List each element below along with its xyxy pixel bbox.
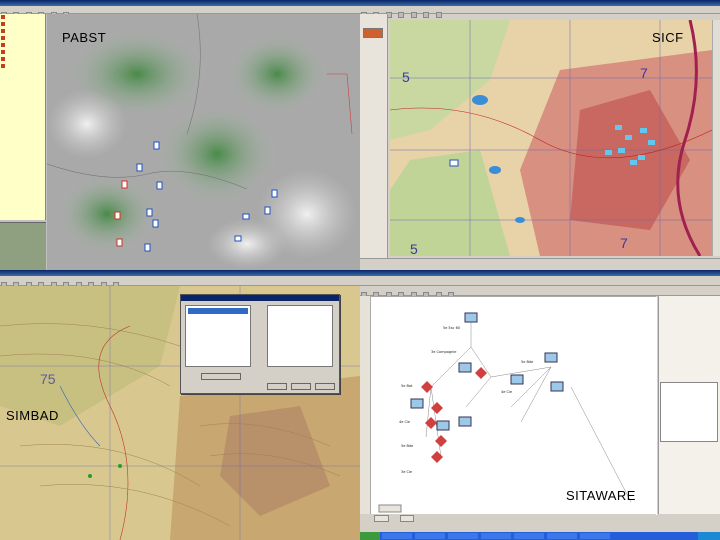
sicf-toolbar [360, 6, 720, 18]
sitaware-tree[interactable] [660, 382, 718, 442]
dialog-button[interactable] [267, 383, 287, 390]
pabst-toolbar [0, 6, 360, 18]
dialog-right-list[interactable] [267, 305, 333, 367]
simbad-assignment-dialog [180, 294, 340, 394]
dialog-titlebar [181, 295, 339, 301]
dialog-left-list[interactable] [185, 305, 251, 367]
tree-item[interactable] [0, 21, 45, 28]
sicf-tool-button[interactable] [410, 12, 417, 18]
sicf-sidebar [360, 14, 388, 270]
svg-text:75: 75 [40, 371, 56, 387]
sitaware-menubar [360, 276, 720, 286]
sitaware-org-canvas[interactable]: 5e Esc 60 3e Compagnie 5e Bde 4e Cie 5e … [370, 296, 657, 515]
taskbar-item[interactable] [546, 533, 577, 539]
tree-item[interactable] [0, 63, 45, 70]
tree-item[interactable] [0, 56, 45, 63]
svg-text:3e Cie: 3e Cie [401, 470, 412, 474]
tree-item[interactable] [0, 42, 45, 49]
windows-taskbar [360, 532, 720, 540]
sitaware-tab[interactable] [374, 515, 389, 522]
svg-text:5e Bat: 5e Bat [401, 384, 413, 388]
sitaware-tabs [370, 514, 656, 522]
svg-text:5e Bde: 5e Bde [521, 360, 533, 364]
pabst-overview-map[interactable] [0, 222, 46, 270]
svg-text:3e Compagnie: 3e Compagnie [431, 350, 456, 354]
taskbar-item[interactable] [447, 533, 478, 539]
dialog-dropdown[interactable] [201, 373, 241, 380]
tree-item[interactable] [0, 49, 45, 56]
simbad-panel: 75 SIMBAD [0, 270, 360, 540]
system-clock [698, 532, 720, 540]
taskbar-item[interactable] [480, 533, 511, 539]
sitaware-label: SITAWARE [566, 488, 636, 503]
sicf-tool-button[interactable] [398, 12, 405, 18]
svg-text:4e Cie: 4e Cie [501, 390, 512, 394]
sicf-tool-button[interactable] [435, 12, 442, 18]
pabst-label: PABST [62, 30, 107, 45]
svg-text:4e Cie: 4e Cie [399, 420, 410, 424]
pabst-panel: PABST [0, 0, 360, 270]
pabst-unit-tree[interactable] [0, 14, 46, 220]
simbad-toolbar [0, 276, 360, 288]
taskbar-item[interactable] [414, 533, 445, 539]
svg-text:5e Esc 60: 5e Esc 60 [443, 326, 460, 330]
tree-item[interactable] [0, 28, 45, 35]
sicf-vertical-scrollbar[interactable] [712, 20, 720, 256]
svg-text:5: 5 [402, 69, 410, 85]
taskbar-item[interactable] [513, 533, 544, 539]
dialog-button[interactable] [291, 383, 311, 390]
tree-item[interactable] [0, 14, 45, 21]
sicf-topo-map[interactable]: 5 7 5 7 [390, 20, 712, 256]
sitaware-panel: 5e Esc 60 3e Compagnie 5e Bde 4e Cie 5e … [360, 270, 720, 540]
sicf-layer-button[interactable] [363, 28, 383, 38]
dialog-button[interactable] [315, 383, 335, 390]
svg-text:5e Bde: 5e Bde [401, 444, 413, 448]
svg-text:7: 7 [640, 65, 648, 81]
svg-text:7: 7 [620, 235, 628, 251]
sicf-label: SICF [652, 30, 684, 45]
sitaware-tab[interactable] [399, 515, 415, 522]
pabst-terrain-map[interactable] [47, 14, 360, 270]
sicf-statusbar [360, 258, 720, 270]
taskbar-item[interactable] [579, 533, 610, 539]
taskbar-item[interactable] [381, 533, 412, 539]
sicf-panel: 5 7 5 7 SICF [360, 0, 720, 270]
simbad-label: SIMBAD [6, 408, 59, 423]
sitaware-left-strip [360, 296, 370, 514]
sicf-tool-button[interactable] [423, 12, 430, 18]
start-button[interactable] [360, 532, 380, 540]
tree-item[interactable] [0, 35, 45, 42]
sitaware-toolbar [360, 286, 720, 298]
svg-text:5: 5 [410, 241, 418, 256]
